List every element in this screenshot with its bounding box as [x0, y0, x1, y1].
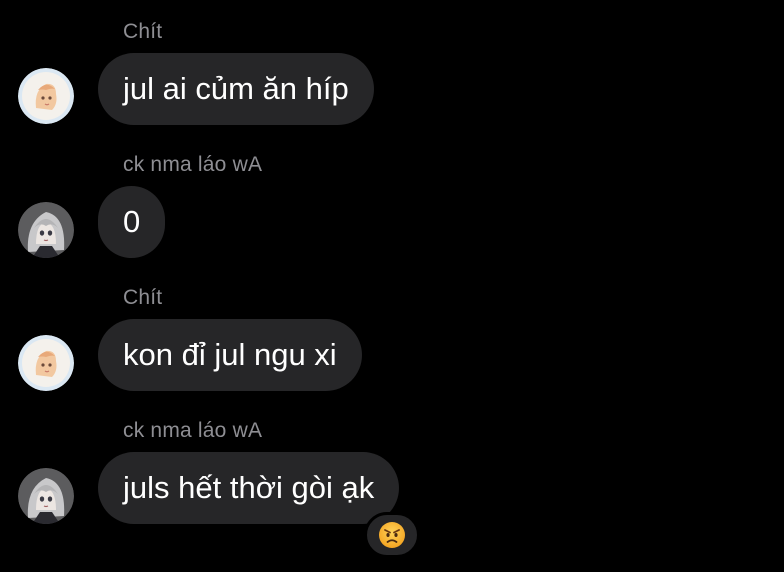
avatar-ck[interactable] — [18, 468, 74, 524]
avatar-ck[interactable] — [18, 202, 74, 258]
message-text: 0 — [123, 204, 141, 239]
sender-name: ck nma láo wA — [123, 153, 263, 176]
message-bubble[interactable]: kon đỉ jul ngu xi — [98, 319, 362, 391]
sender-name: Chít — [123, 286, 163, 309]
sender-name: ck nma láo wA — [123, 419, 263, 442]
message-text: jul ai củm ăn híp — [123, 71, 349, 106]
reaction-badge[interactable] — [364, 512, 420, 558]
message-text: kon đỉ jul ngu xi — [123, 337, 337, 372]
sender-name: Chít — [123, 20, 163, 43]
message-bubble[interactable]: juls hết thời gòi ạk — [98, 452, 400, 524]
avatar-chit[interactable] — [18, 335, 74, 391]
message-bubble[interactable]: jul ai củm ăn híp — [98, 53, 374, 125]
message-text: juls hết thời gòi ạk — [123, 470, 375, 505]
message-bubble[interactable]: 0 — [98, 186, 166, 258]
avatar-chit[interactable] — [18, 68, 74, 124]
angry-face-emoji-icon — [379, 522, 405, 548]
